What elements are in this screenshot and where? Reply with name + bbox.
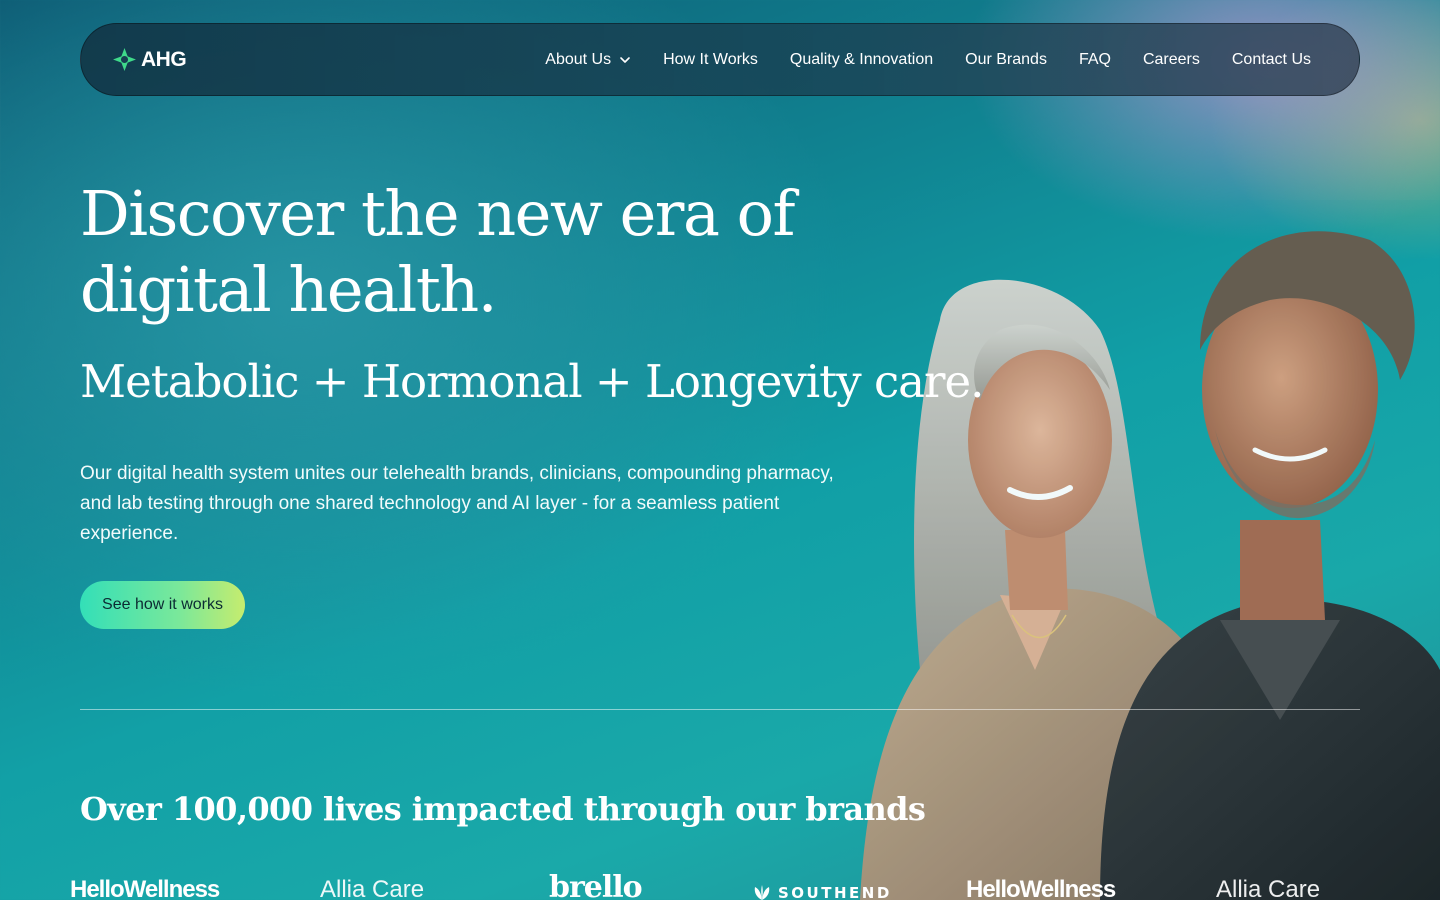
top-navigation: AHG About Us How It Works Quality & Inno… [80,23,1360,96]
impact-headline: Over 100,000 lives impacted through our … [80,790,926,828]
brand-logo-allia-care[interactable]: Allia Care [320,876,424,900]
nav-our-brands[interactable]: Our Brands [965,51,1047,69]
nav-links: About Us How It Works Quality & Innovati… [545,51,1311,69]
nav-careers[interactable]: Careers [1143,51,1200,69]
ahg-logo[interactable]: AHG [112,47,187,72]
brand-logo-allia-care[interactable]: Allia Care [1216,876,1320,900]
nav-quality-innovation[interactable]: Quality & Innovation [790,51,933,69]
chevron-down-icon [620,56,630,63]
nav-how-it-works[interactable]: How It Works [663,51,758,69]
hero-subtitle: Metabolic + Hormonal + Longevity care. [80,355,984,408]
brand-logo-hellowellness[interactable]: HelloWellness [70,876,220,900]
brand-logo-brello[interactable]: brello [549,870,643,900]
brand-logo-hellowellness[interactable]: HelloWellness [966,876,1116,900]
brand-logo-strip: HelloWellness Allia Care brello SOUTHEND… [0,870,1440,900]
hero-body-text: Our digital health system unites our tel… [80,463,834,544]
leaf-icon [754,885,770,900]
nav-contact-us[interactable]: Contact Us [1232,51,1311,69]
hero-title: Discover the new era of digital health. [80,177,795,326]
southend-wordmark: SOUTHEND [778,884,892,900]
logo-wordmark: AHG [141,47,187,71]
brand-logo-southend[interactable]: SOUTHEND [752,884,892,900]
section-divider [80,709,1360,710]
see-how-it-works-button[interactable]: See how it works [80,581,245,629]
nav-faq[interactable]: FAQ [1079,51,1111,69]
nav-about-us[interactable]: About Us [545,51,631,69]
nav-about-us-label: About Us [545,50,612,68]
ahg-logo-icon [113,48,136,71]
